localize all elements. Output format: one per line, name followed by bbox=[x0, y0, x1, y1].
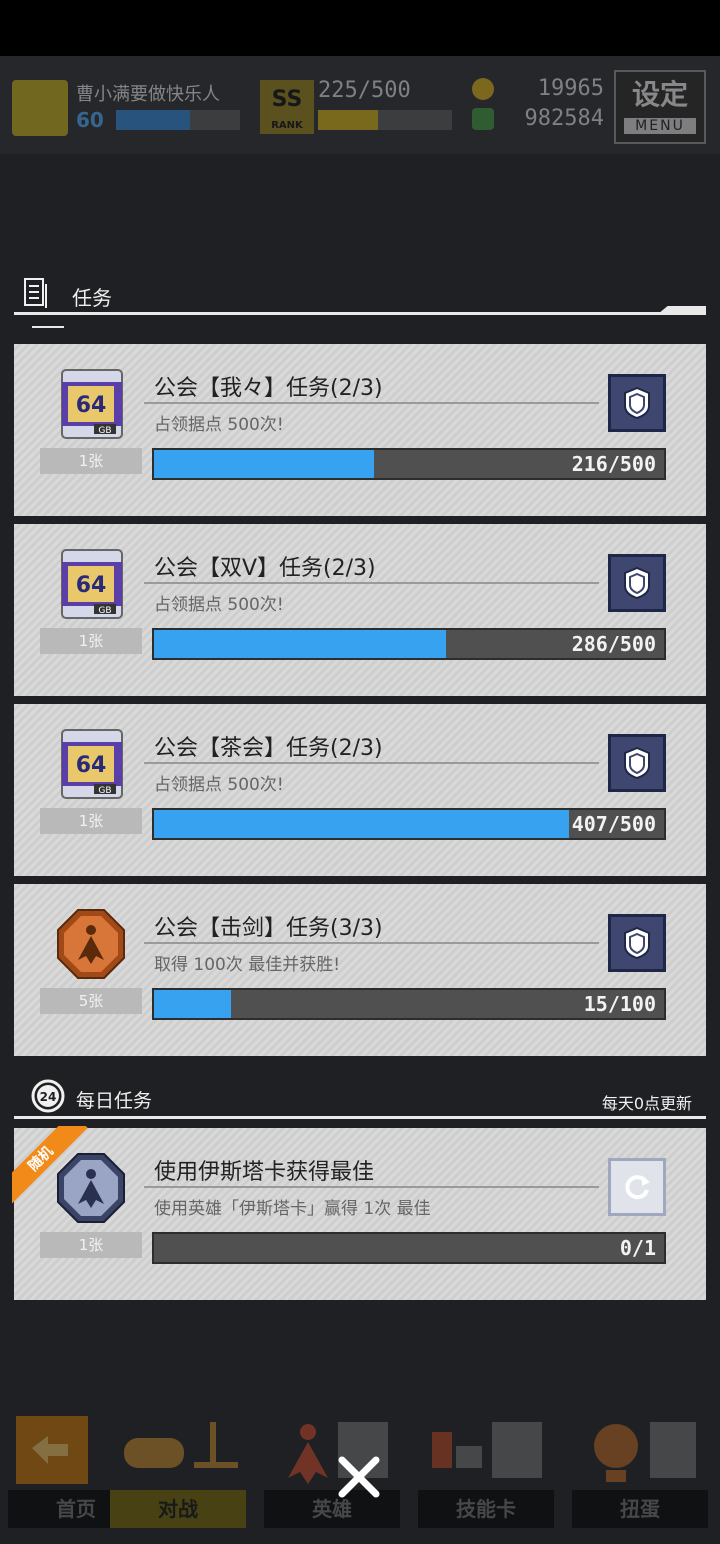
gb-card-icon: 64 GB bbox=[61, 369, 123, 439]
divider bbox=[144, 942, 599, 944]
divider bbox=[144, 582, 599, 584]
task-title: 公会【我々】任务(2/3) bbox=[154, 376, 383, 401]
gem-count: 982584 bbox=[524, 106, 604, 131]
progress-bar: 286/500 bbox=[152, 628, 666, 660]
task-card: 64 GB 1张 公会【双V】任务(2/3) 占领据点 500次! 286/50… bbox=[14, 524, 706, 696]
gamepad-icon bbox=[124, 1422, 238, 1468]
daily-title: 每日任务 bbox=[76, 1090, 153, 1112]
claim-button[interactable] bbox=[608, 914, 666, 972]
progress-bar: 0/1 bbox=[152, 1232, 666, 1264]
daily-reset-note: 每天0点更新 bbox=[601, 1094, 692, 1113]
tasks-section-header: 任务 bbox=[14, 272, 706, 332]
svg-text:64: 64 bbox=[76, 393, 107, 418]
task-description: 占领据点 500次! bbox=[154, 415, 284, 435]
top-header: 曹小满要做快乐人 60 SS RANK 225/500 19965 982584 … bbox=[0, 56, 720, 154]
svg-text:64: 64 bbox=[76, 573, 107, 598]
progress-bar: 15/100 bbox=[152, 988, 666, 1020]
task-card: 5张 公会【击剑】任务(3/3) 取得 100次 最佳并获胜! 15/100 bbox=[14, 884, 706, 1056]
task-description: 取得 100次 最佳并获胜! bbox=[154, 955, 341, 975]
coin-count: 19965 bbox=[537, 76, 604, 101]
reward-count: 1张 bbox=[40, 628, 142, 654]
gem-icon bbox=[472, 108, 494, 130]
svg-text:24: 24 bbox=[40, 1090, 57, 1104]
nav-battle[interactable]: 对战 bbox=[104, 1404, 252, 1534]
divider bbox=[14, 1116, 706, 1119]
skill-card-icon bbox=[432, 1422, 542, 1478]
close-icon[interactable] bbox=[334, 1452, 384, 1502]
divider bbox=[14, 312, 706, 315]
reward-count: 1张 bbox=[40, 808, 142, 834]
shield-icon bbox=[624, 386, 650, 420]
reward-count: 5张 bbox=[40, 988, 142, 1014]
progress-bar: 407/500 bbox=[152, 808, 666, 840]
shield-icon bbox=[624, 746, 650, 780]
rank-progress: 225/500 bbox=[318, 78, 411, 103]
document-icon bbox=[24, 278, 47, 308]
silver-medal-icon bbox=[57, 1153, 125, 1223]
svg-text:GB: GB bbox=[98, 606, 111, 616]
divider bbox=[144, 762, 599, 764]
divider-tab bbox=[658, 306, 706, 314]
progress-text: 15/100 bbox=[583, 992, 656, 1016]
section-title: 任务 bbox=[72, 286, 112, 310]
nav-skill-cards[interactable]: 技能卡 bbox=[412, 1404, 560, 1534]
shield-icon bbox=[624, 926, 650, 960]
rank-bar bbox=[318, 110, 452, 130]
shield-icon bbox=[624, 566, 650, 600]
task-title: 公会【茶会】任务(2/3) bbox=[154, 736, 383, 761]
divider bbox=[32, 326, 64, 328]
task-description: 占领据点 500次! bbox=[154, 595, 284, 615]
daily-task-card: 随机 1张 使用伊斯塔卡获得最佳 使用英雄「伊斯塔卡」赢得 1次 最佳 0/1 bbox=[12, 1126, 706, 1300]
task-title: 公会【击剑】任务(3/3) bbox=[154, 916, 383, 941]
claim-button[interactable] bbox=[608, 374, 666, 432]
daily-tasks-header: 24 每日任务 每天0点更新 bbox=[14, 1074, 706, 1120]
task-description: 占领据点 500次! bbox=[154, 775, 284, 795]
settings-menu-button[interactable]: 设定 MENU bbox=[614, 70, 706, 144]
gb-card-icon: 64 GB bbox=[61, 729, 123, 799]
status-bar bbox=[0, 0, 720, 56]
gb-card-icon: 64 GB bbox=[61, 549, 123, 619]
progress-fill bbox=[154, 990, 231, 1018]
user-name: 曹小满要做快乐人 bbox=[76, 84, 220, 105]
progress-bar: 216/500 bbox=[152, 448, 666, 480]
task-card: 64 GB 1张 公会【我々】任务(2/3) 占领据点 500次! 216/50… bbox=[14, 344, 706, 516]
divider bbox=[144, 1186, 599, 1188]
reward-count: 1张 bbox=[40, 1232, 142, 1258]
progress-text: 407/500 bbox=[571, 812, 656, 836]
claim-button[interactable] bbox=[608, 734, 666, 792]
refresh-task-button[interactable] bbox=[608, 1158, 666, 1216]
gacha-icon bbox=[594, 1422, 696, 1482]
coin-icon bbox=[472, 78, 494, 100]
progress-fill bbox=[154, 810, 570, 838]
progress-text: 0/1 bbox=[619, 1236, 656, 1260]
svg-text:GB: GB bbox=[98, 786, 111, 796]
svg-text:64: 64 bbox=[76, 753, 107, 778]
task-card: 64 GB 1张 公会【茶会】任务(2/3) 占领据点 500次! 407/50… bbox=[14, 704, 706, 876]
rank-badge-icon: SS RANK bbox=[260, 80, 314, 134]
daily-refresh-icon: 24 bbox=[31, 1079, 65, 1113]
bronze-medal-icon bbox=[57, 909, 125, 979]
avatar[interactable] bbox=[12, 80, 68, 136]
svg-text:GB: GB bbox=[98, 426, 111, 436]
progress-fill bbox=[154, 450, 375, 478]
task-title: 公会【双V】任务(2/3) bbox=[154, 556, 376, 581]
nav-gacha[interactable]: 扭蛋 bbox=[566, 1404, 714, 1534]
progress-text: 286/500 bbox=[571, 632, 656, 656]
divider bbox=[144, 402, 599, 404]
refresh-icon bbox=[625, 1175, 650, 1200]
claim-button[interactable] bbox=[608, 554, 666, 612]
user-level: 60 bbox=[76, 108, 104, 132]
progress-text: 216/500 bbox=[571, 452, 656, 476]
progress-fill bbox=[154, 630, 446, 658]
task-title: 使用伊斯塔卡获得最佳 bbox=[154, 1160, 375, 1185]
task-description: 使用英雄「伊斯塔卡」赢得 1次 最佳 bbox=[154, 1199, 431, 1219]
reward-count: 1张 bbox=[40, 448, 142, 474]
xp-bar bbox=[116, 110, 240, 130]
